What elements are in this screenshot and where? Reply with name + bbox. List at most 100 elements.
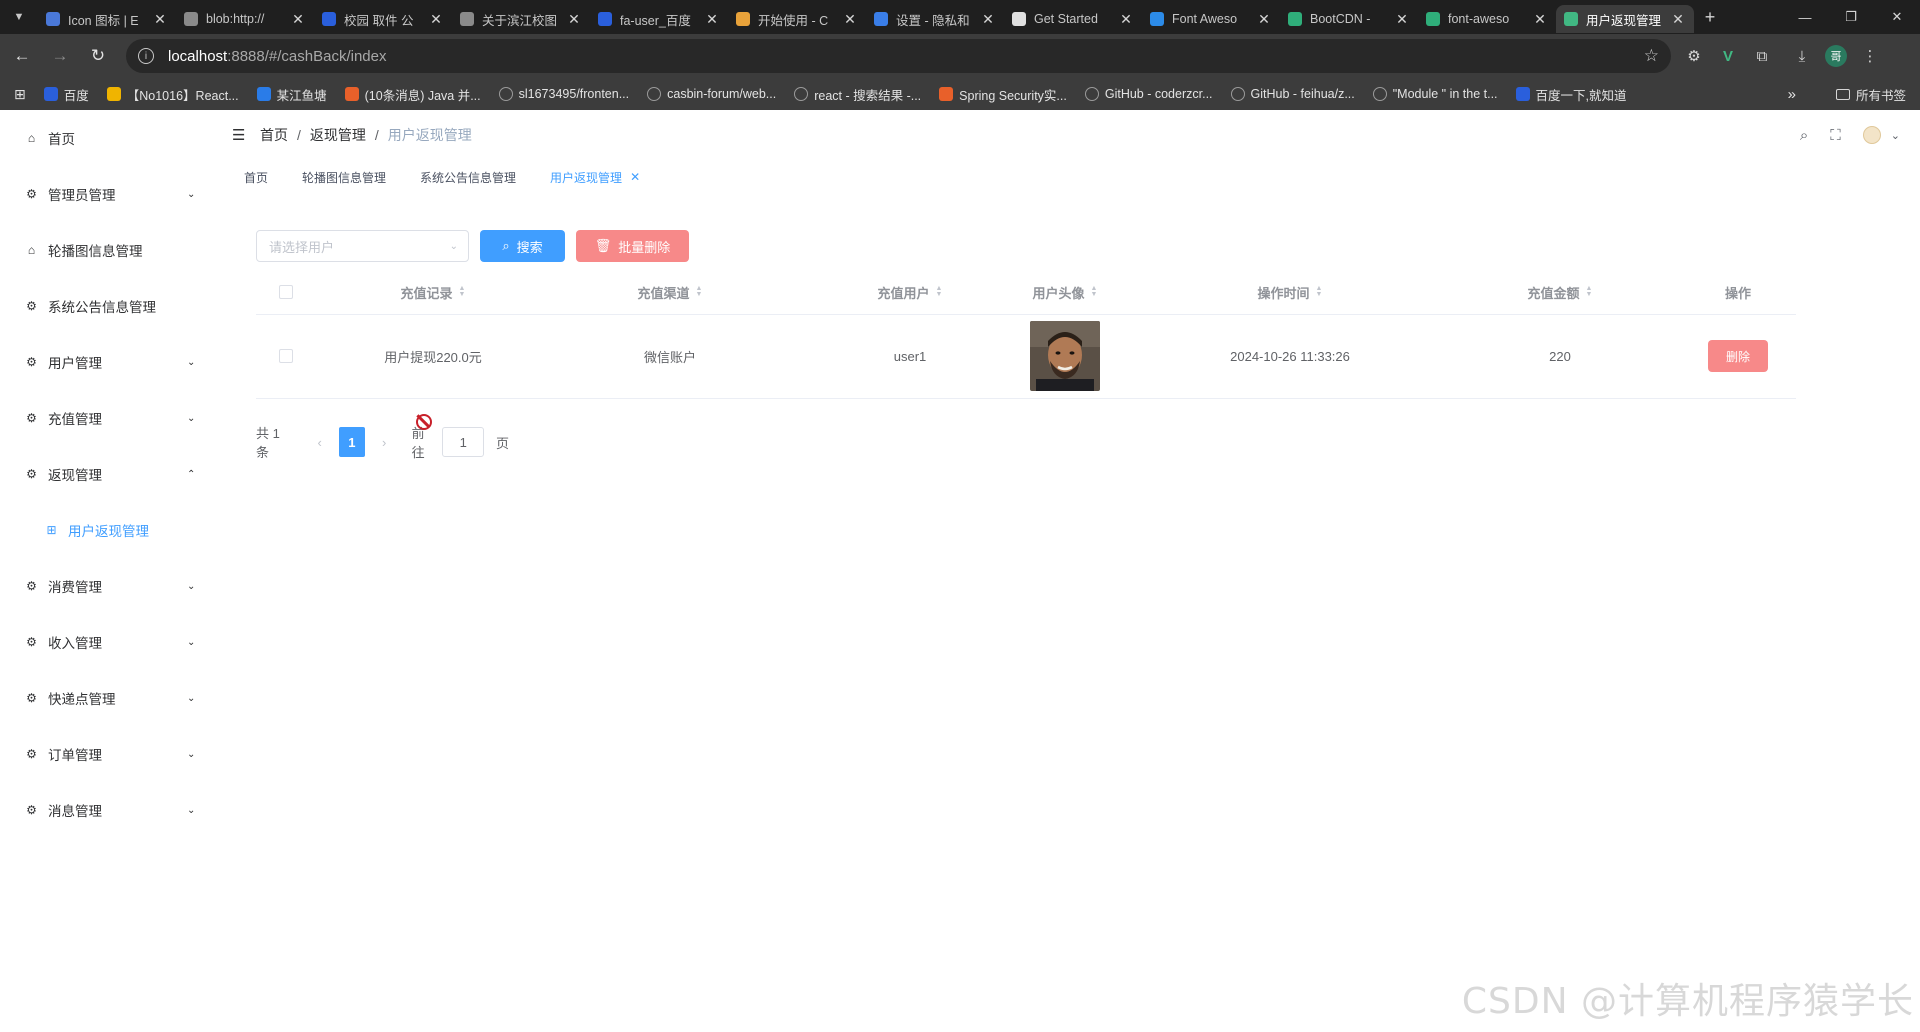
close-tab-icon[interactable]: ✕ [290,11,306,28]
downloads-icon[interactable]: ⤓ [1785,39,1819,73]
close-tab-icon[interactable]: ✕ [1256,11,1272,28]
search-button[interactable]: ⌕ 搜索 [480,230,565,262]
hamburger-icon[interactable]: ☰ [232,126,248,144]
sidebar-item[interactable]: ⚙ 消费管理 ⌄ [0,558,210,614]
tag-cashback-active[interactable]: 用户返现管理 ✕ [534,165,656,189]
sort-icon[interactable]: ▲ ▼ [1091,285,1098,298]
sidebar-item[interactable]: ⌂ 轮播图信息管理 [0,222,210,278]
bookmark-item[interactable]: "Module " in the t... [1372,85,1498,104]
browser-tab[interactable]: 用户返现管理 ✕ [1556,5,1694,33]
back-icon[interactable]: ← [6,40,38,72]
sidebar-item[interactable]: ⚙ 返现管理 ⌃ [0,446,210,502]
bookmark-item[interactable]: GitHub - feihua/z... [1230,85,1355,104]
close-tab-icon[interactable]: ✕ [428,11,444,28]
sidebar-item[interactable]: ⚙ 快递点管理 ⌄ [0,670,210,726]
bookmark-item[interactable]: 百度 [43,85,89,104]
url-bar[interactable]: i localhost:8888/#/cashBack/index ☆ [126,39,1671,73]
column-header-channel[interactable]: 充值渠道 ▲ ▼ [550,270,790,314]
column-header-amount[interactable]: 充值金额 ▲ ▼ [1440,270,1680,314]
chevron-down-icon[interactable]: ⌄ [1891,129,1900,142]
search-icon[interactable]: ⌕ [1800,127,1808,144]
extensions-puzzle-icon[interactable]: ⧉ [1745,39,1779,73]
site-info-icon[interactable]: i [138,48,154,64]
browser-tab[interactable]: 设置 - 隐私和 ✕ [866,5,1004,33]
sort-icon[interactable]: ▲ ▼ [1316,285,1323,298]
sidebar-item[interactable]: ⊞ 用户返现管理 [0,502,210,558]
bookmark-item[interactable]: 某江鱼塘 [256,85,327,104]
sidebar-item[interactable]: ⚙ 消息管理 ⌄ [0,782,210,838]
column-header-record[interactable]: 充值记录 ▲ ▼ [316,270,550,314]
sidebar-item[interactable]: ⚙ 收入管理 ⌄ [0,614,210,670]
batch-delete-button[interactable]: 🗑 批量删除 [576,230,689,262]
tab-search-icon[interactable]: ▼ [0,0,38,34]
restore-icon[interactable]: ❐ [1828,0,1874,34]
tag-notice[interactable]: 系统公告信息管理 [404,165,532,189]
sidebar-item[interactable]: ⚙ 系统公告信息管理 [0,278,210,334]
close-tab-icon[interactable]: ✕ [1532,11,1548,28]
close-tab-icon[interactable]: ✕ [1394,11,1410,28]
sort-icon[interactable]: ▲ ▼ [696,285,703,298]
translate-extension-icon[interactable]: ⚙ [1677,39,1711,73]
bookmark-star-icon[interactable]: ☆ [1644,46,1659,66]
sidebar-item[interactable]: ⚙ 管理员管理 ⌄ [0,166,210,222]
browser-tab[interactable]: 关于滨江校图 ✕ [452,5,590,33]
column-header-time[interactable]: 操作时间 ▲ ▼ [1140,270,1440,314]
bookmark-item[interactable]: sl1673495/fronten... [498,85,629,104]
browser-tab[interactable]: 开始使用 - C ✕ [728,5,866,33]
new-tab-button[interactable]: + [1694,7,1726,28]
goto-page-input[interactable]: 1 [442,427,485,457]
bookmark-item[interactable]: GitHub - coderzcr... [1084,85,1213,104]
close-tab-icon[interactable]: ✕ [152,11,168,28]
reload-icon[interactable]: ↻ [82,40,114,72]
sort-icon[interactable]: ▲ ▼ [459,285,466,298]
browser-tab[interactable]: fa-user_百度 ✕ [590,5,728,33]
column-header-avatar[interactable]: 用户头像 ▲ ▼ [990,270,1140,314]
bookmark-item[interactable]: (10条消息) Java 并... [344,85,481,104]
bookmark-item[interactable]: Spring Security实... [939,85,1067,104]
user-avatar[interactable] [1862,126,1881,144]
row-checkbox[interactable] [279,349,293,363]
sort-icon[interactable]: ▲ ▼ [936,285,943,298]
close-icon[interactable]: ✕ [630,170,640,184]
browser-menu-icon[interactable]: ⋮ [1853,39,1887,73]
all-bookmarks-folder[interactable]: 所有书签 [1835,85,1906,104]
minimize-icon[interactable]: — [1782,0,1828,34]
next-page-icon[interactable]: › [375,435,394,450]
breadcrumb-item[interactable]: 首页 [260,125,288,145]
tag-carousel[interactable]: 轮播图信息管理 [286,165,402,189]
browser-tab[interactable]: Get Started ✕ [1004,5,1142,33]
user-select[interactable]: 请选择用户 ⌄ [256,230,469,262]
browser-tab[interactable]: BootCDN - ✕ [1280,5,1418,33]
close-tab-icon[interactable]: ✕ [566,11,582,28]
browser-tab[interactable]: Font Aweso ✕ [1142,5,1280,33]
more-bookmarks-icon[interactable]: » [1788,86,1796,103]
apps-grid-icon[interactable]: ⊞ [14,86,26,103]
page-number-current[interactable]: 1 [339,427,365,457]
select-all-checkbox[interactable] [279,285,293,299]
sidebar-item[interactable]: ⚙ 订单管理 ⌄ [0,726,210,782]
sort-icon[interactable]: ▲ ▼ [1586,285,1593,298]
profile-avatar[interactable]: 哥 [1819,39,1853,73]
user-photo[interactable] [1030,321,1100,391]
close-tab-icon[interactable]: ✕ [980,11,996,28]
close-tab-icon[interactable]: ✕ [842,11,858,28]
prev-page-icon[interactable]: ‹ [310,435,329,450]
browser-tab[interactable]: 校园 取件 公 ✕ [314,5,452,33]
sidebar-item[interactable]: ⚙ 用户管理 ⌄ [0,334,210,390]
breadcrumb-item[interactable]: 返现管理 [310,125,366,145]
browser-tab[interactable]: Icon 图标 | E ✕ [38,5,176,33]
browser-tab[interactable]: blob:http:// ✕ [176,5,314,33]
bookmark-item[interactable]: 百度一下,就知道 [1515,85,1627,104]
sidebar-item[interactable]: ⚙ 充值管理 ⌄ [0,390,210,446]
vue-devtools-icon[interactable]: V [1711,39,1745,73]
tag-home[interactable]: 首页 [228,165,284,189]
bookmark-item[interactable]: casbin-forum/web... [647,85,776,104]
fullscreen-icon[interactable]: ⛶ [1830,127,1841,144]
close-tab-icon[interactable]: ✕ [1118,11,1134,28]
forward-icon[interactable]: → [44,40,76,72]
bookmark-item[interactable]: 【No1016】React... [106,85,239,104]
row-delete-button[interactable]: 删除 [1708,340,1768,372]
bookmark-item[interactable]: react - 搜索结果 -... [794,85,921,104]
sidebar-item[interactable]: ⌂ 首页 [0,110,210,166]
close-tab-icon[interactable]: ✕ [1670,11,1686,28]
